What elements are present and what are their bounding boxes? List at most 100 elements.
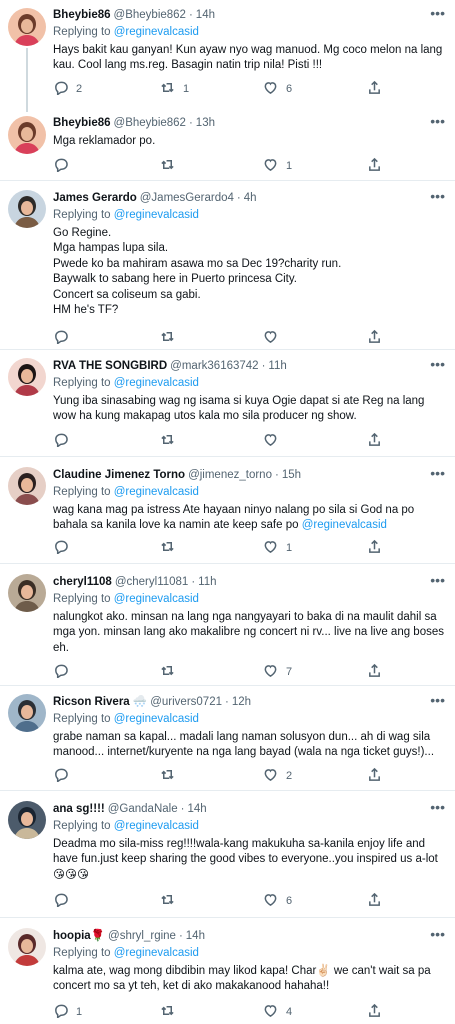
more-horizontal-icon[interactable]: ••• — [430, 356, 445, 373]
reply-button[interactable] — [53, 767, 76, 788]
more-horizontal-icon[interactable]: ••• — [430, 5, 445, 22]
share-button[interactable] — [367, 767, 382, 788]
tweet-card[interactable]: ana sg!!!! @GandaNale · 14h ••• Replying to @… — [0, 790, 455, 917]
display-name[interactable]: Bheybie86 — [53, 116, 111, 132]
reply-button[interactable] — [53, 157, 76, 178]
user-handle[interactable]: @mark36163742 — [170, 359, 258, 375]
display-name[interactable]: Bheybie86 — [53, 8, 111, 24]
more-horizontal-icon[interactable]: ••• — [430, 926, 445, 943]
share-button[interactable] — [367, 892, 382, 913]
user-handle[interactable]: @Bheybie862 — [114, 8, 186, 24]
replying-to-mention[interactable]: @reginevalcasid — [114, 26, 199, 38]
reply-button[interactable]: 2 — [53, 80, 82, 101]
display-name[interactable]: cheryl1108 — [53, 575, 112, 591]
timestamp[interactable]: 11h — [268, 359, 286, 375]
reply-button[interactable] — [53, 892, 76, 913]
avatar[interactable] — [8, 358, 46, 396]
replying-to-mention[interactable]: @reginevalcasid — [114, 947, 199, 959]
tweet-card[interactable]: RVA THE SONGBIRD @mark36163742 · 11h ••• Repl… — [0, 349, 455, 456]
replying-to-mention[interactable]: @reginevalcasid — [114, 209, 199, 221]
retweet-button[interactable] — [160, 767, 183, 788]
avatar[interactable] — [8, 574, 46, 612]
share-button[interactable] — [367, 329, 382, 350]
replying-to-mention[interactable]: @reginevalcasid — [114, 713, 199, 725]
replying-to-mention[interactable]: @reginevalcasid — [114, 820, 199, 832]
more-horizontal-icon[interactable]: ••• — [430, 799, 445, 816]
more-horizontal-icon[interactable]: ••• — [430, 465, 445, 482]
retweet-button[interactable] — [160, 539, 183, 560]
user-handle[interactable]: @GandaNale — [108, 802, 178, 818]
timestamp[interactable]: 15h — [282, 468, 301, 484]
more-horizontal-icon[interactable]: ••• — [430, 572, 445, 589]
retweet-button[interactable] — [160, 329, 183, 350]
timestamp[interactable]: 14h — [186, 929, 205, 945]
share-button[interactable] — [367, 1003, 382, 1024]
retweet-button[interactable] — [160, 892, 183, 913]
avatar[interactable] — [8, 801, 46, 839]
like-button[interactable] — [263, 329, 286, 350]
tweet-text: kalma ate, wag mong dibdibin may likod k… — [53, 964, 445, 995]
user-handle[interactable]: @Bheybie862 — [114, 116, 186, 132]
tweet-card[interactable]: Bheybie86 @Bheybie862 · 14h ••• Replying to @… — [0, 0, 455, 112]
tweet-card[interactable]: Bheybie86 @Bheybie862 · 13h ••• Mga reklamado… — [0, 110, 455, 180]
display-name[interactable]: RVA THE SONGBIRD — [53, 359, 167, 375]
retweet-button[interactable] — [160, 157, 183, 178]
share-button[interactable] — [367, 80, 382, 101]
like-button[interactable]: 2 — [263, 767, 292, 788]
retweet-button[interactable] — [160, 1003, 183, 1024]
tweet-card[interactable]: Ricson Rivera 🌨️ @urivers0721 · 12h ••• Reply… — [0, 685, 455, 790]
user-handle[interactable]: @jimenez_torno — [188, 468, 272, 484]
avatar[interactable] — [8, 8, 46, 46]
display-name[interactable]: James Gerardo — [53, 191, 137, 207]
user-handle[interactable]: @shryl_rgine — [108, 929, 176, 945]
retweet-button[interactable] — [160, 663, 183, 684]
reply-button[interactable] — [53, 329, 76, 350]
timestamp[interactable]: 14h — [187, 802, 206, 818]
tweet-card[interactable]: hoopia🌹 @shryl_rgine · 14h ••• Replying to @r… — [0, 917, 455, 1024]
more-horizontal-icon[interactable]: ••• — [430, 188, 445, 205]
display-name[interactable]: Ricson Rivera 🌨️ — [53, 695, 147, 711]
user-handle[interactable]: @urivers0721 — [150, 695, 222, 711]
user-handle[interactable]: @JamesGerardo4 — [140, 191, 234, 207]
replying-to-mention[interactable]: @reginevalcasid — [114, 593, 199, 605]
avatar[interactable] — [8, 467, 46, 505]
replying-to-mention[interactable]: @reginevalcasid — [114, 377, 199, 389]
avatar[interactable] — [8, 928, 46, 966]
avatar[interactable] — [8, 694, 46, 732]
timestamp[interactable]: 11h — [198, 575, 216, 591]
tweet-card[interactable]: cheryl1108 @cheryl11081 · 11h ••• Replying to… — [0, 563, 455, 685]
timestamp[interactable]: 4h — [244, 191, 257, 207]
timestamp[interactable]: 12h — [232, 695, 251, 711]
timestamp[interactable]: 14h — [196, 8, 215, 24]
share-button[interactable] — [367, 539, 382, 560]
timestamp[interactable]: 13h — [196, 116, 215, 132]
tweet-card[interactable]: Claudine Jimenez Torno @jimenez_torno · 15h… — [0, 456, 455, 563]
reply-button[interactable] — [53, 663, 76, 684]
more-horizontal-icon[interactable]: ••• — [430, 692, 445, 709]
reply-button[interactable] — [53, 539, 76, 560]
more-horizontal-icon[interactable]: ••• — [430, 113, 445, 130]
avatar[interactable] — [8, 116, 46, 154]
tweet-card[interactable]: James Gerardo @JamesGerardo4 · 4h ••• Replyin… — [0, 180, 455, 349]
like-button[interactable]: 4 — [263, 1003, 292, 1024]
like-button[interactable]: 7 — [263, 663, 292, 684]
like-button[interactable]: 6 — [263, 80, 292, 101]
like-button[interactable]: 1 — [263, 539, 292, 560]
like-button[interactable] — [263, 432, 286, 453]
avatar[interactable] — [8, 190, 46, 228]
like-button[interactable]: 1 — [263, 157, 292, 178]
retweet-button[interactable] — [160, 432, 183, 453]
like-button[interactable]: 6 — [263, 892, 292, 913]
user-handle[interactable]: @cheryl11081 — [115, 575, 188, 591]
text-mention[interactable]: @reginevalcasid — [302, 519, 387, 531]
display-name[interactable]: ana sg!!!! — [53, 802, 105, 818]
display-name[interactable]: hoopia🌹 — [53, 929, 105, 945]
share-button[interactable] — [367, 157, 382, 178]
reply-button[interactable]: 1 — [53, 1003, 82, 1024]
share-button[interactable] — [367, 432, 382, 453]
reply-button[interactable] — [53, 432, 76, 453]
share-button[interactable] — [367, 663, 382, 684]
retweet-button[interactable]: 1 — [160, 80, 189, 101]
display-name[interactable]: Claudine Jimenez Torno — [53, 468, 185, 484]
replying-to-mention[interactable]: @reginevalcasid — [114, 486, 199, 498]
